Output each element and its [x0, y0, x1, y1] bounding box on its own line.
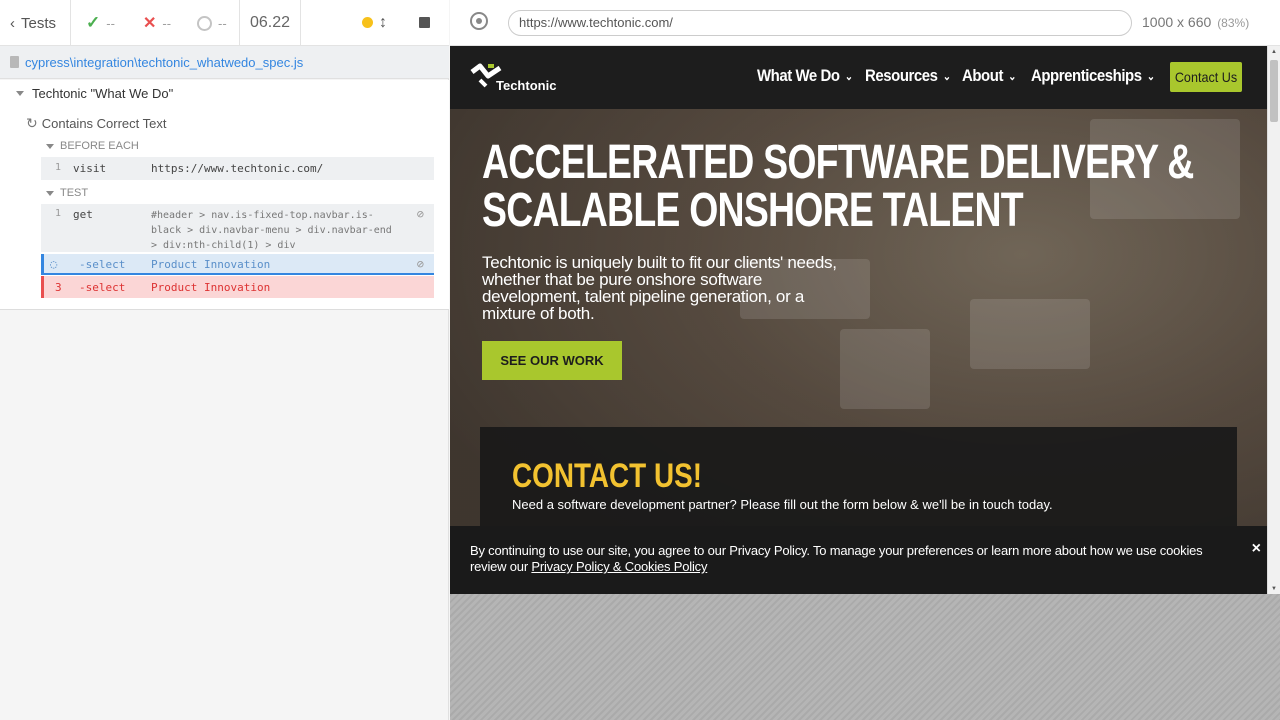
suite-title[interactable]: Techtonic "What We Do" [16, 86, 173, 101]
command-message: https://www.techtonic.com/ [151, 162, 324, 175]
nav-label: What We Do [757, 66, 840, 85]
divider [300, 0, 301, 46]
decorative-shape [840, 329, 930, 409]
nav-what-we-do[interactable]: What We Do ⌄ [757, 66, 853, 86]
contact-text: Need a software development partner? Ple… [512, 497, 1053, 512]
aut-scrollbar[interactable]: ▲ ▼ [1267, 46, 1280, 594]
failed-count: ✕ -- [143, 0, 171, 46]
nav-label: Apprenticeships [1031, 66, 1142, 85]
stats-bar: ‹ Tests ✓ -- ✕ -- -- 06.22 ↕ [0, 0, 449, 46]
chevron-down-icon: ⌄ [844, 70, 853, 83]
command-select-failed[interactable]: 3 -select Product Innovation [41, 276, 434, 298]
logo-text: Techtonic [496, 78, 557, 93]
close-icon[interactable]: × [1252, 540, 1261, 558]
pending-value: -- [218, 15, 227, 31]
nav-resources[interactable]: Resources ⌄ [865, 66, 951, 86]
cookie-banner: By continuing to use our site, you agree… [450, 526, 1267, 594]
eye-slash-icon: ⊘ [416, 257, 424, 271]
cookie-text: By continuing to use our site, you agree… [470, 543, 1230, 575]
contact-title: CONTACT US! [512, 457, 702, 495]
nav-apprenticeships[interactable]: Apprenticeships ⌄ [1031, 66, 1155, 86]
test-label: TEST [60, 187, 89, 199]
viewport-scale: (83%) [1217, 16, 1250, 30]
site-navbar: Techtonic What We Do ⌄ Resources ⌄ About… [450, 46, 1267, 109]
command-number: 1 [55, 162, 62, 173]
command-get[interactable]: 1 get #header > nav.is-fixed-top.navbar.… [41, 204, 434, 252]
aut-header: https://www.techtonic.com/ 1000 x 660 (8… [450, 0, 1280, 46]
test-title[interactable]: ↻ Contains Correct Text [26, 115, 167, 132]
command-message: Product Innovation [151, 258, 271, 271]
see-our-work-button[interactable]: SEE OUR WORK [482, 341, 622, 380]
command-message: #header > nav.is-fixed-top.navbar.is-bla… [151, 210, 392, 251]
loading-spinner-icon: ◌ [50, 257, 58, 271]
runnables-list: Techtonic "What We Do" ↻ Contains Correc… [0, 80, 449, 310]
privacy-policy-link[interactable]: Privacy Policy & Cookies Policy [531, 559, 707, 574]
file-icon [10, 56, 19, 68]
spec-file-link[interactable]: cypress\integration\techtonic_whatwedo_s… [25, 55, 303, 70]
before-each-hook[interactable]: BEFORE EACH [46, 140, 139, 152]
caret-down-icon [16, 91, 24, 96]
nav-label: About [962, 66, 1004, 85]
decorative-shape [970, 299, 1090, 369]
test-hook[interactable]: TEST [46, 187, 88, 199]
viewport-size: 1000 x 660 [1142, 14, 1212, 30]
caret-down-icon [46, 143, 54, 149]
command-number: 3 [55, 281, 62, 294]
command-number: 1 [55, 208, 62, 219]
scrollbar-thumb[interactable] [1270, 60, 1278, 122]
command-name: visit [73, 162, 107, 175]
hero-title: ACCELERATED SOFTWARE DELIVERY & SCALABLE… [482, 136, 1194, 237]
hero-section: ACCELERATED SOFTWARE DELIVERY & SCALABLE… [450, 109, 1267, 594]
passed-count: ✓ -- [86, 0, 115, 46]
check-icon: ✓ [86, 13, 101, 32]
url-display[interactable]: https://www.techtonic.com/ [508, 10, 1132, 36]
hero-title-line-2: SCALABLE ONSHORE TALENT [482, 184, 1024, 237]
chevron-down-icon: ⌄ [1146, 70, 1155, 83]
running-indicator-icon [362, 17, 373, 28]
hero-title-line-1: ACCELERATED SOFTWARE DELIVERY & [482, 136, 1194, 189]
before-each-label: BEFORE EACH [60, 140, 139, 152]
techtonic-logo[interactable]: Techtonic [470, 62, 560, 94]
nav-label: Resources [865, 66, 938, 85]
test-reporter: ‹ Tests ✓ -- ✕ -- -- 06.22 ↕ cypress\int… [0, 0, 449, 720]
chevron-left-icon: ‹ [10, 14, 15, 32]
suite-title-text: Techtonic "What We Do" [32, 86, 174, 101]
spec-file-header: cypress\integration\techtonic_whatwedo_s… [0, 46, 449, 79]
viewport-info[interactable]: 1000 x 660 (83%) [1142, 14, 1249, 30]
pending-count: -- [197, 0, 227, 46]
autoscroll-toggle-icon[interactable]: ↕ [379, 0, 387, 46]
nav-about[interactable]: About ⌄ [962, 66, 1016, 86]
scroll-down-icon[interactable]: ▼ [1271, 586, 1277, 592]
running-spinner-icon: ↻ [26, 115, 38, 131]
contact-us-button[interactable]: Contact Us [1170, 62, 1242, 92]
app-under-test-iframe: ACCELERATED SOFTWARE DELIVERY & SCALABLE… [450, 46, 1267, 594]
eye-slash-icon: ⊘ [416, 207, 424, 221]
divider [239, 0, 240, 46]
test-title-text: Contains Correct Text [41, 116, 167, 131]
scroll-up-icon[interactable]: ▲ [1271, 49, 1277, 55]
divider [70, 0, 71, 46]
aut-background [450, 594, 1280, 720]
pending-circle-icon [197, 15, 212, 31]
command-name: -select [79, 281, 126, 294]
duration: 06.22 [250, 14, 291, 31]
hero-subtitle: Techtonic is uniquely built to fit our c… [482, 253, 837, 323]
passed-value: -- [106, 15, 115, 31]
back-label: Tests [21, 14, 57, 32]
command-message: Product Innovation [151, 281, 271, 294]
caret-down-icon [46, 190, 54, 196]
stop-button[interactable] [419, 17, 430, 28]
command-name: -select [79, 258, 126, 271]
failed-value: -- [162, 15, 172, 31]
command-visit[interactable]: 1 visit https://www.techtonic.com/ [41, 157, 434, 180]
command-name: get [73, 208, 93, 221]
command-select-pending[interactable]: ◌ -select Product Innovation ⊘ [41, 254, 434, 275]
chevron-down-icon: ⌄ [942, 70, 951, 83]
back-to-tests-button[interactable]: ‹ Tests [10, 0, 56, 46]
chevron-down-icon: ⌄ [1008, 70, 1016, 83]
selector-playground-icon[interactable] [470, 12, 488, 30]
x-icon: ✕ [143, 15, 157, 32]
